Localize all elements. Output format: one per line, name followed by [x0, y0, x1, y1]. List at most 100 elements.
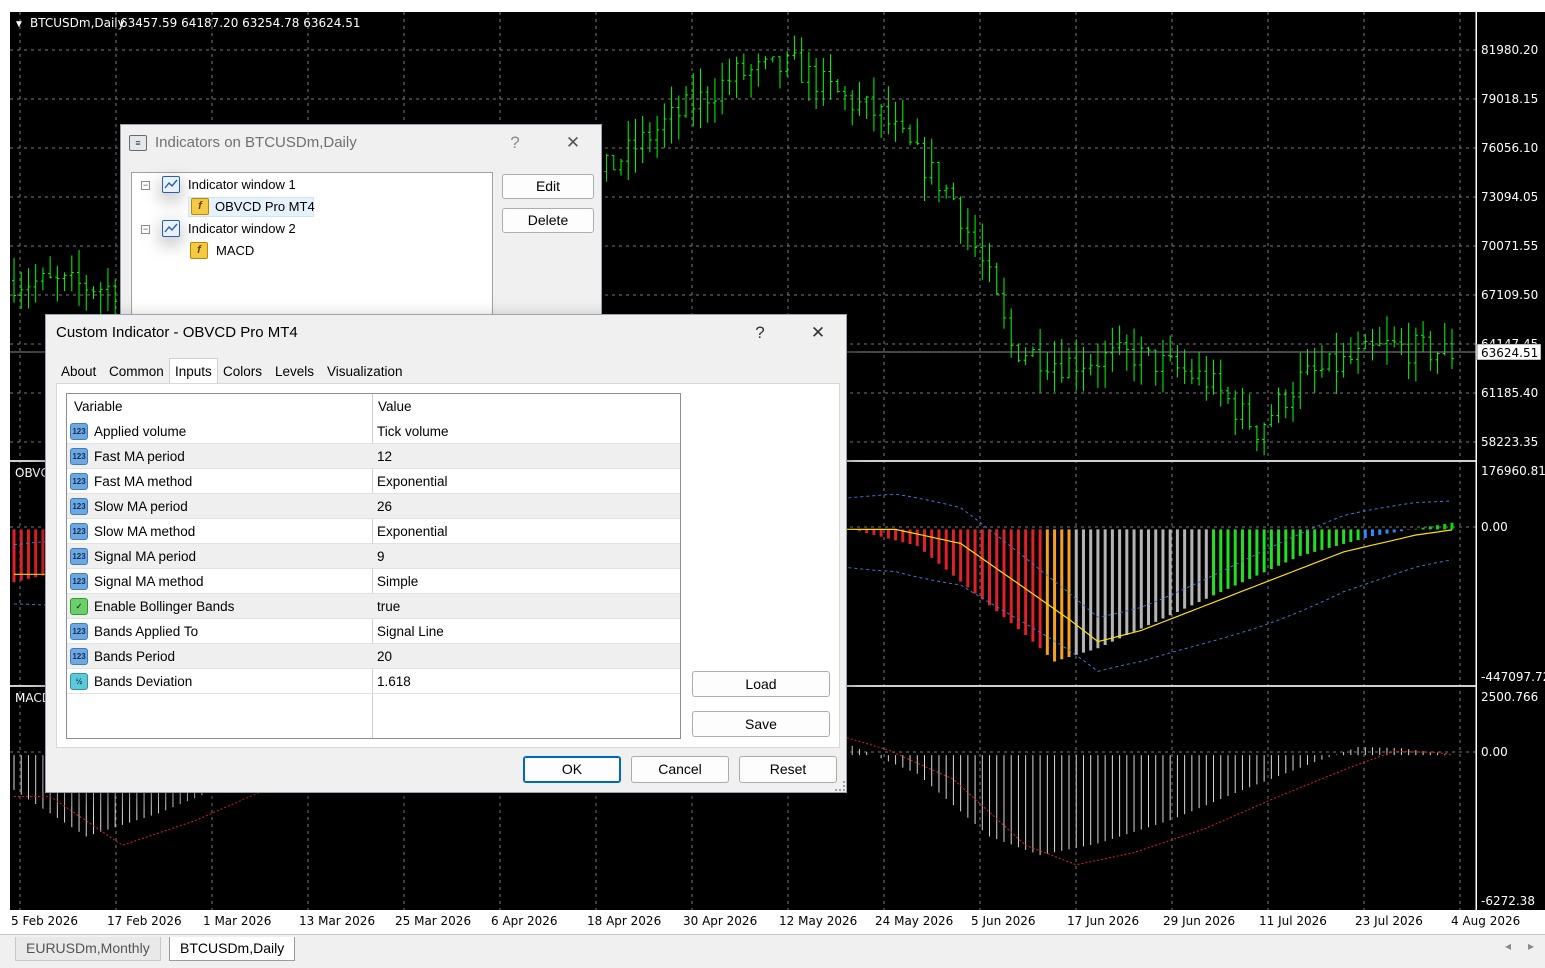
- tree-item-obvcd-pro[interactable]: f OBVCD Pro MT4: [188, 197, 315, 217]
- delete-button[interactable]: Delete: [502, 208, 594, 233]
- value-cell[interactable]: true: [377, 594, 400, 618]
- indicators-window-icon: ≡: [129, 135, 147, 151]
- edit-button[interactable]: Edit: [502, 174, 594, 199]
- tree-item-label: OBVCD Pro MT4: [215, 199, 315, 214]
- date-tick-label: 12 May 2026: [779, 914, 857, 928]
- variable-cell: Bands Applied To: [94, 624, 199, 639]
- date-tick-label: 17 Jun 2026: [1067, 914, 1139, 928]
- indicator-window-icon: [162, 220, 180, 237]
- date-tick-label: 18 Apr 2026: [587, 914, 661, 928]
- help-icon[interactable]: ?: [738, 315, 782, 351]
- indicators-titlebar[interactable]: ≡ Indicators on BTCUSDm,Daily ? ✕: [121, 125, 601, 161]
- table-row[interactable]: 123 Bands Period 20: [67, 644, 680, 669]
- close-icon[interactable]: ✕: [551, 125, 595, 161]
- table-row[interactable]: 123 Bands Applied To Signal Line: [67, 619, 680, 644]
- dialog-titlebar[interactable]: Custom Indicator - OBVCD Pro MT4 ? ✕: [46, 315, 846, 351]
- table-row[interactable]: 123 Signal MA method Simple: [67, 569, 680, 594]
- integer-icon: 123: [70, 548, 88, 565]
- axis-tick-label: -6272.38: [1481, 894, 1535, 908]
- scroll-left-icon[interactable]: ◂: [1505, 939, 1511, 953]
- axis-tick-label: 76056.10: [1481, 141, 1538, 155]
- dialog-title: Custom Indicator - OBVCD Pro MT4: [56, 324, 298, 341]
- column-header-variable[interactable]: Variable: [74, 394, 123, 419]
- tree-item-label: Indicator window 2: [188, 221, 296, 236]
- inputs-panel: Variable Value 123 Applied volume Tick vol…: [56, 383, 840, 748]
- axis-tick-label: 0.00: [1481, 520, 1508, 534]
- date-tick-label: 4 Aug 2026: [1451, 914, 1520, 928]
- value-cell[interactable]: Tick volume: [377, 419, 449, 443]
- axis-tick-label: 61185.40: [1481, 386, 1538, 400]
- tab-common[interactable]: Common: [104, 361, 169, 383]
- table-row[interactable]: 123 Signal MA period 9: [67, 544, 680, 569]
- tab-levels[interactable]: Levels: [270, 361, 319, 383]
- value-cell[interactable]: 26: [377, 494, 392, 518]
- date-tick-label: 25 Mar 2026: [395, 914, 471, 928]
- inputs-table[interactable]: Variable Value 123 Applied volume Tick vol…: [66, 393, 681, 739]
- date-tick-label: 13 Mar 2026: [299, 914, 375, 928]
- variable-cell: Slow MA period: [94, 499, 188, 514]
- collapse-icon[interactable]: −: [141, 181, 150, 190]
- date-tick-label: 29 Jun 2026: [1163, 914, 1235, 928]
- table-row[interactable]: 123 Applied volume Tick volume: [67, 419, 680, 444]
- obvcd-window-label: OBVC: [15, 466, 49, 480]
- tab-colors[interactable]: Colors: [218, 361, 267, 383]
- reset-button[interactable]: Reset: [739, 756, 837, 783]
- help-icon[interactable]: ?: [493, 125, 537, 161]
- column-header-value[interactable]: Value: [378, 394, 412, 419]
- variable-cell: Enable Bollinger Bands: [94, 599, 235, 614]
- integer-icon: 123: [70, 523, 88, 540]
- axis-tick-label: 79018.15: [1481, 92, 1538, 106]
- date-tick-label: 6 Apr 2026: [491, 914, 558, 928]
- price-axis: 81980.20 79018.15 76056.10 73094.05 70071.55…: [1481, 43, 1538, 449]
- value-cell[interactable]: 20: [377, 644, 392, 668]
- table-row[interactable]: 123 Slow MA method Exponential: [67, 519, 680, 544]
- custom-indicator-dialog[interactable]: Custom Indicator - OBVCD Pro MT4 ? ✕ Abo…: [45, 314, 847, 793]
- current-price-label: 63624.51: [1481, 346, 1538, 360]
- table-row[interactable]: ½ Bands Deviation 1.618: [67, 669, 680, 694]
- axis-tick-label: 58223.35: [1481, 435, 1538, 449]
- value-cell[interactable]: 1.618: [377, 669, 411, 693]
- integer-icon: 123: [70, 648, 88, 665]
- integer-icon: 123: [70, 498, 88, 515]
- custom-indicator-icon: f: [191, 198, 209, 215]
- value-cell[interactable]: 9: [377, 544, 385, 568]
- tree-item-label: MACD: [216, 243, 255, 258]
- scroll-right-icon[interactable]: ▸: [1528, 939, 1534, 953]
- date-tick-label: 5 Jun 2026: [971, 914, 1036, 928]
- load-button[interactable]: Load: [692, 671, 830, 697]
- axis-tick-label: 73094.05: [1481, 190, 1538, 204]
- table-row[interactable]: ✓ Enable Bollinger Bands true: [67, 594, 680, 619]
- chart-header-arrow: ▼: [14, 19, 24, 30]
- tab-visualization[interactable]: Visualization: [322, 361, 408, 383]
- axis-tick-label: 2500.766: [1481, 690, 1538, 704]
- axis-tick-label: 81980.20: [1481, 43, 1538, 57]
- chart-tab-eurusd[interactable]: EURUSDm,Monthly: [15, 937, 161, 961]
- ok-button[interactable]: OK: [523, 756, 621, 783]
- value-cell[interactable]: Signal Line: [377, 619, 444, 643]
- axis-tick-label: 67109.50: [1481, 288, 1538, 302]
- tab-inputs[interactable]: Inputs: [169, 358, 218, 383]
- tab-about[interactable]: About: [56, 361, 101, 383]
- value-cell[interactable]: Exponential: [377, 469, 448, 493]
- indicators-window[interactable]: ≡ Indicators on BTCUSDm,Daily ? ✕ − Indi…: [120, 124, 602, 372]
- chart-tab-btcusd[interactable]: BTCUSDm,Daily: [169, 937, 296, 961]
- collapse-icon[interactable]: −: [141, 225, 150, 234]
- double-icon: ½: [70, 673, 88, 690]
- save-button[interactable]: Save: [692, 711, 830, 737]
- axis-tick-label: 70071.55: [1481, 239, 1538, 253]
- resize-grip-icon[interactable]: [835, 781, 845, 791]
- integer-icon: 123: [70, 473, 88, 490]
- variable-cell: Bands Period: [94, 649, 176, 664]
- boolean-icon: ✓: [70, 598, 88, 615]
- terminal-window: { "chart": { "header": "BTCUSDm,Daily", …: [0, 0, 1545, 968]
- chart-header-ohlc: 63457.59 64187.20 63254.78 63624.51: [120, 16, 360, 30]
- date-tick-label: 23 Jul 2026: [1355, 914, 1423, 928]
- table-row[interactable]: 123 Fast MA period 12: [67, 444, 680, 469]
- value-cell[interactable]: 12: [377, 444, 392, 468]
- cancel-button[interactable]: Cancel: [631, 756, 729, 783]
- value-cell[interactable]: Exponential: [377, 519, 448, 543]
- table-row[interactable]: 123 Slow MA period 26: [67, 494, 680, 519]
- close-icon[interactable]: ✕: [796, 315, 840, 351]
- value-cell[interactable]: Simple: [377, 569, 418, 593]
- table-row[interactable]: 123 Fast MA method Exponential: [67, 469, 680, 494]
